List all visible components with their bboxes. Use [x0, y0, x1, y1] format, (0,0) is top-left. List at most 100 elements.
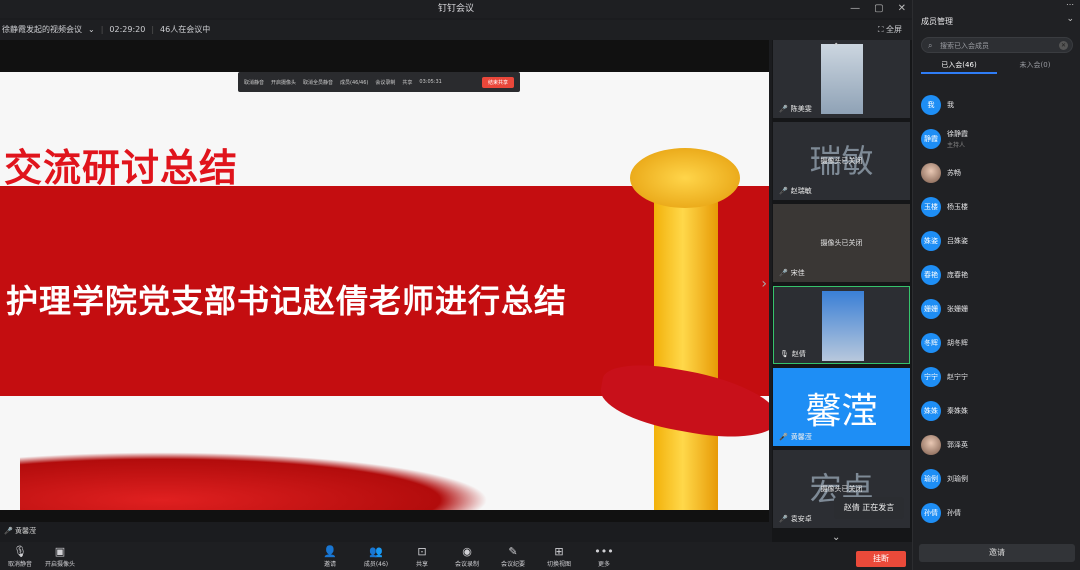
member-row[interactable]: 冬辉 胡冬辉	[921, 326, 1073, 360]
chevron-up-icon[interactable]: ⌃	[832, 42, 840, 53]
avatar: 姝姿	[921, 231, 941, 251]
window-title: 钉钉会议	[437, 4, 474, 14]
video-tile[interactable]: 摄像头已关闭 🎤 宋佳	[773, 204, 910, 282]
member-name: 徐静霞 主持人	[947, 130, 968, 149]
member-name: 赵宁宁	[947, 373, 968, 381]
tile-avatar-text: 馨滢	[805, 391, 878, 432]
video-tile[interactable]: 馨滢 🎤 黄馨滢	[773, 368, 910, 446]
add-user-icon: 👤	[323, 545, 337, 558]
clear-icon[interactable]: ✕	[1059, 41, 1068, 50]
tile-name: 🎤 陈美雯	[779, 105, 812, 113]
search-icon: ⌕	[928, 41, 933, 50]
more-button[interactable]: ••• 更多	[584, 546, 624, 569]
tile-name: 🎤 袁安卓	[779, 515, 812, 523]
member-name: 苏畅	[947, 169, 961, 177]
member-row[interactable]: 姗姗 张姗姗	[921, 292, 1073, 326]
chevron-down-icon[interactable]: ⌄	[1066, 14, 1074, 24]
float-timer: 03:05:31	[419, 79, 442, 85]
tab-not-joined[interactable]: 未入会(0)	[997, 60, 1073, 74]
minutes-button[interactable]: ✎ 会议纪要	[493, 546, 533, 569]
avatar	[921, 435, 941, 455]
panel-title: 成员管理	[921, 17, 953, 26]
slide-title: 交流研讨总结	[4, 146, 239, 190]
member-row[interactable]: 姝姿 吕姝姿	[921, 224, 1073, 258]
minimize-button[interactable]: —	[850, 0, 860, 18]
avatar: 静霞	[921, 129, 941, 149]
avatar: 春艳	[921, 265, 941, 285]
meeting-name[interactable]: 徐静霞发起的视频会议	[2, 20, 82, 40]
member-row[interactable]: 静霞 徐静霞 主持人	[921, 122, 1073, 156]
member-name: 张姗姗	[947, 305, 968, 313]
float-item[interactable]: 会议录制	[375, 79, 395, 86]
members-button[interactable]: 👥 成员(46)	[356, 545, 396, 569]
member-row[interactable]: 苏畅	[921, 156, 1073, 190]
member-search-input[interactable]: ⌕ 搜索已入会成员 ✕	[921, 37, 1073, 53]
member-row[interactable]: 我我	[921, 88, 1073, 122]
avatar: 冬辉	[921, 333, 941, 353]
tile-name: 🎤 赵瑞敏	[779, 187, 812, 195]
member-name: 胡冬辉	[947, 339, 968, 347]
meeting-toolbar: 🎙 取消静音 ▣ 开启摄像头 👤 邀请 👥 成员(46) ⊡ 共享 ◉ 会议录制 ✎ 会议纪要…	[0, 542, 912, 570]
video-tile-active-speaker[interactable]: 🎙 赵倩	[773, 286, 910, 364]
camera-button[interactable]: ▣ 开启摄像头	[40, 545, 80, 569]
camera-off-label: 摄像头已关闭	[820, 239, 863, 247]
member-row[interactable]: 孙倩 孙倩	[921, 496, 1073, 530]
close-button[interactable]: ✕	[898, 0, 906, 18]
member-name: 杨玉楼	[947, 203, 968, 211]
member-name: 吕姝姿	[947, 237, 968, 245]
presenter-float-toolbar: 取消静音 开启摄像头 取消全员静音 成员(46/46) 会议录制 共享 03:0…	[238, 72, 520, 92]
speaking-indicator: 赵倩 正在发言	[834, 497, 904, 519]
member-row[interactable]: 宁宁 赵宁宁	[921, 360, 1073, 394]
end-share-button[interactable]: 结束共享	[481, 76, 514, 88]
share-screen-icon: ⊡	[417, 545, 427, 558]
member-name: 郭泽英	[947, 441, 968, 449]
member-name: 我	[947, 101, 954, 109]
avatar: 玉楼	[921, 197, 941, 217]
float-item[interactable]: 取消全员静音	[303, 79, 333, 86]
float-item[interactable]: 取消静音	[244, 79, 264, 86]
chevron-down-icon[interactable]: ⌄	[88, 20, 95, 40]
member-row[interactable]: 姝姝 秦姝姝	[921, 394, 1073, 428]
float-item[interactable]: 开启摄像头	[271, 79, 296, 86]
member-role: 主持人	[947, 142, 966, 149]
slide-subtitle: 护理学院党支部书记赵倩老师进行总结	[6, 282, 568, 320]
record-icon: ◉	[462, 545, 472, 558]
member-tabs: 已入会(46) 未入会(0)	[921, 60, 1073, 74]
video-tile[interactable]: 🎤 陈美雯	[773, 40, 910, 118]
presentation-slide: 交流研讨总结 护理学院党支部书记赵倩老师进行总结	[0, 72, 769, 510]
camera-off-label: 摄像头已关闭	[820, 485, 863, 493]
stage-speaker-label: 🎤 黄馨滢	[4, 527, 36, 535]
meeting-info-bar: 徐静霞发起的视频会议 ⌄ | 02:29:20 | 46人在会议中 ⛶ 全屏	[0, 20, 912, 40]
fullscreen-button[interactable]: ⛶ 全屏	[878, 20, 902, 40]
member-row[interactable]: 郭泽英	[921, 428, 1073, 462]
layout-button[interactable]: ⊞ 切换视图	[539, 546, 579, 569]
more-options-icon[interactable]: ⋯	[1066, 0, 1074, 9]
avatar: 姝姝	[921, 401, 941, 421]
microphone-icon: 🎙	[13, 545, 27, 558]
title-bar: 钉钉会议 — ▢ ✕	[0, 0, 912, 18]
record-button[interactable]: ◉ 会议录制	[447, 545, 487, 569]
pillar-top-decoration	[630, 148, 740, 208]
share-button[interactable]: ⊡ 共享	[402, 545, 442, 569]
float-item[interactable]: 成员(46/46)	[340, 79, 368, 86]
member-row[interactable]: 春艳 庞春艳	[921, 258, 1073, 292]
invite-button[interactable]: 👤 邀请	[310, 545, 350, 569]
avatar: 瑜例	[921, 469, 941, 489]
member-row[interactable]: 瑜例 刘瑜例	[921, 462, 1073, 496]
mute-button[interactable]: 🎙 取消静音	[0, 545, 40, 569]
members-icon: 👥	[369, 545, 383, 558]
maximize-button[interactable]: ▢	[874, 0, 883, 18]
float-item[interactable]: 共享	[402, 79, 412, 86]
tab-joined[interactable]: 已入会(46)	[921, 60, 997, 74]
member-row[interactable]: 玉楼 杨玉楼	[921, 190, 1073, 224]
member-list: 我我静霞 徐静霞 主持人 苏畅 玉楼 杨玉楼 姝姿 吕姝姿 春艳 庞春艳 姗姗 张姗姗 冬辉 胡冬辉 宁宁赵…	[921, 88, 1073, 530]
tile-name: 🎤 黄馨滢	[779, 433, 812, 441]
member-name: 庞春艳	[947, 271, 968, 279]
member-panel: ⋯ 成员管理 ⌄ ⌕ 搜索已入会成员 ✕ 已入会(46) 未入会(0) 我我静霞…	[912, 0, 1080, 570]
leave-button[interactable]: 挂断	[856, 551, 906, 567]
chevron-right-icon[interactable]: ›	[761, 276, 767, 292]
video-tile[interactable]: 瑞敏 摄像头已关闭 🎤 赵瑞敏	[773, 122, 910, 200]
tile-name: 🎙 赵倩	[780, 350, 806, 358]
camera-icon: ▣	[54, 545, 66, 558]
invite-button[interactable]: 邀请	[919, 544, 1075, 562]
